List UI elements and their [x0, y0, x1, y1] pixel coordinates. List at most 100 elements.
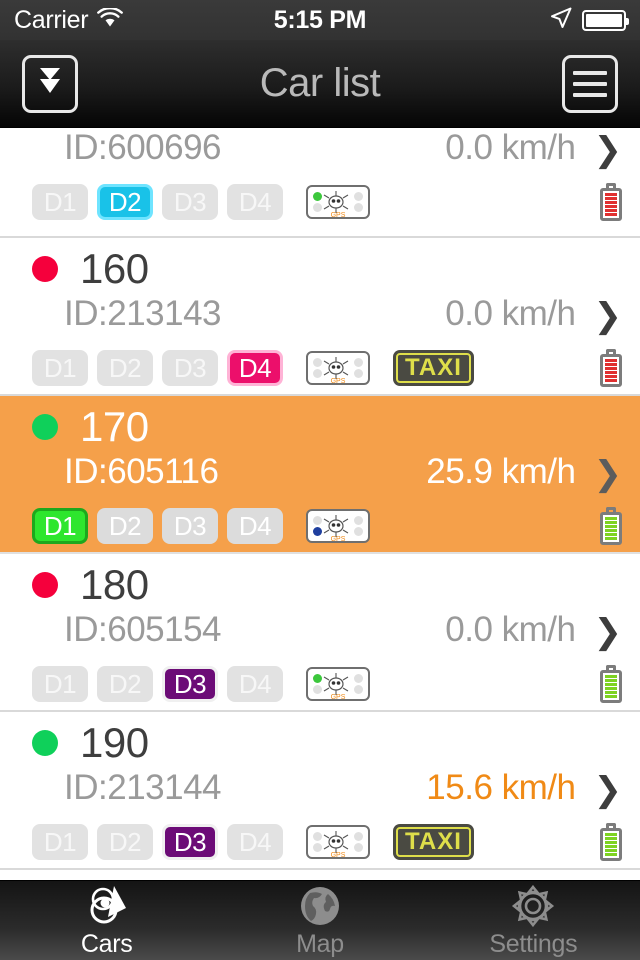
tab-settings-label: Settings: [489, 929, 578, 958]
tab-bar: Cars Map Settings: [0, 880, 640, 960]
car-row-details: ID:213144 15.6 km/h ❯: [18, 768, 622, 818]
digital-input-badge-d4[interactable]: D4: [227, 824, 283, 860]
chevron-right-icon[interactable]: ❯: [594, 133, 623, 167]
gear-icon: [511, 883, 555, 929]
gps-device-icon: GPS: [306, 509, 370, 543]
car-speed: 25.9 km/h: [426, 452, 576, 491]
car-row-badges: D1 D2 D3 D4 GPS: [18, 502, 622, 550]
status-dot: [32, 572, 58, 598]
double-chevron-down-icon: [36, 64, 64, 103]
gps-device-icon: GPS: [306, 351, 370, 385]
tab-settings[interactable]: Settings: [427, 881, 640, 960]
gps-bug-logo: GPS: [321, 514, 355, 547]
car-row-header: 160: [18, 238, 622, 294]
status-bar-left: Carrier: [14, 5, 124, 35]
battery-icon: [600, 349, 622, 387]
menu-button[interactable]: [562, 54, 618, 113]
carrier-label: Carrier: [14, 5, 89, 34]
nav-bar-right: [562, 54, 618, 113]
digital-input-badge-d1[interactable]: D1: [32, 508, 88, 544]
digital-input-badge-d4[interactable]: D4: [227, 666, 283, 702]
page-title: Car list: [259, 61, 381, 105]
gps-bug-logo: GPS: [321, 190, 355, 223]
gps-bug-logo: GPS: [321, 672, 355, 705]
car-list-row[interactable]: ID:600696 0.0 km/h ❯ D1 D2 D3 D4 GPS: [0, 128, 640, 238]
car-list-row[interactable]: 190 ID:213144 15.6 km/h ❯ D1 D2 D3 D4 GPS TAXI: [0, 712, 640, 870]
car-row-badges: D1 D2 D3 D4 GPS TAXI: [18, 344, 622, 392]
car-id: ID:605154: [64, 610, 222, 649]
car-name: 160: [80, 245, 149, 292]
globe-icon: [298, 883, 342, 929]
gps-device-icon: GPS: [306, 667, 370, 701]
digital-input-badge-d3[interactable]: D3: [162, 184, 218, 220]
tab-cars[interactable]: Cars: [0, 881, 213, 960]
digital-input-badge-d2[interactable]: D2: [97, 350, 153, 386]
tab-map-label: Map: [296, 929, 344, 958]
car-name: 170: [80, 403, 149, 450]
car-row-details: ID:600696 0.0 km/h ❯: [18, 128, 622, 178]
digital-input-badge-d2[interactable]: D2: [97, 824, 153, 860]
digital-input-badge-d4[interactable]: D4: [227, 184, 283, 220]
chevron-right-icon[interactable]: ❯: [594, 457, 623, 491]
status-bar-right: [550, 7, 629, 34]
car-speed: 0.0 km/h: [445, 294, 576, 333]
gps-device-icon: GPS: [306, 825, 370, 859]
digital-input-badge-d2[interactable]: D2: [97, 508, 153, 544]
tab-cars-label: Cars: [80, 929, 133, 958]
status-dot: [32, 256, 58, 282]
digital-input-badge-d3[interactable]: D3: [162, 350, 218, 386]
car-tracker-icon: [84, 883, 130, 929]
chevron-right-icon[interactable]: ❯: [594, 299, 623, 333]
digital-input-badge-d2[interactable]: D2: [97, 184, 153, 220]
car-id: ID:213143: [64, 294, 222, 333]
digital-input-badge-d2[interactable]: D2: [97, 666, 153, 702]
chevron-right-icon[interactable]: ❯: [594, 773, 623, 807]
digital-input-badge-d3[interactable]: D3: [162, 666, 218, 702]
battery-icon: [600, 183, 622, 221]
digital-input-badge-d1[interactable]: D1: [32, 184, 88, 220]
battery-icon: [600, 823, 622, 861]
nav-bar: Car list: [0, 40, 640, 128]
status-dot: [32, 730, 58, 756]
car-id: ID:213144: [64, 768, 222, 807]
svg-text:GPS: GPS: [331, 852, 346, 858]
fast-forward-down-button[interactable]: [22, 54, 78, 113]
digital-input-badge-d3[interactable]: D3: [162, 508, 218, 544]
car-row-details: ID:605116 25.9 km/h ❯: [18, 452, 622, 502]
car-list-row[interactable]: 160 ID:213143 0.0 km/h ❯ D1 D2 D3 D4 GPS TAXI: [0, 238, 640, 396]
car-speed: 15.6 km/h: [426, 768, 576, 807]
taxi-badge: TAXI: [393, 824, 474, 860]
digital-input-badge-d4[interactable]: D4: [227, 508, 283, 544]
car-list-row[interactable]: 170 ID:605116 25.9 km/h ❯ D1 D2 D3 D4 GPS: [0, 396, 640, 554]
svg-text:GPS: GPS: [331, 378, 346, 384]
battery-icon: [600, 507, 622, 545]
car-name: 180: [80, 561, 149, 608]
car-list[interactable]: ID:600696 0.0 km/h ❯ D1 D2 D3 D4 GPS 160 ID:21314…: [0, 128, 640, 880]
status-battery-icon: [582, 9, 629, 31]
digital-input-badge-d1[interactable]: D1: [32, 666, 88, 702]
digital-input-badge-d1[interactable]: D1: [32, 350, 88, 386]
digital-input-badge-d3[interactable]: D3: [162, 824, 218, 860]
car-row-badges: D1 D2 D3 D4 GPS: [18, 178, 622, 226]
status-bar: Carrier 5:15 PM: [0, 0, 640, 40]
digital-input-badge-d1[interactable]: D1: [32, 824, 88, 860]
location-arrow-icon: [550, 7, 572, 34]
taxi-badge: TAXI: [393, 350, 474, 386]
battery-icon: [600, 665, 622, 703]
hamburger-menu-icon: [573, 70, 607, 97]
car-speed: 0.0 km/h: [445, 610, 576, 649]
car-name: 190: [80, 719, 149, 766]
svg-text:GPS: GPS: [331, 536, 346, 542]
car-id: ID:600696: [64, 128, 222, 167]
car-row-badges: D1 D2 D3 D4 GPS: [18, 660, 622, 708]
status-dot: [32, 414, 58, 440]
digital-input-badge-d4[interactable]: D4: [227, 350, 283, 386]
car-list-row[interactable]: 180 ID:605154 0.0 km/h ❯ D1 D2 D3 D4 GPS: [0, 554, 640, 712]
svg-text:GPS: GPS: [331, 212, 346, 218]
car-row-details: ID:213143 0.0 km/h ❯: [18, 294, 622, 344]
chevron-right-icon[interactable]: ❯: [594, 615, 623, 649]
gps-bug-logo: GPS: [321, 356, 355, 389]
svg-text:GPS: GPS: [331, 694, 346, 700]
car-speed: 0.0 km/h: [445, 128, 576, 167]
tab-map[interactable]: Map: [213, 881, 426, 960]
